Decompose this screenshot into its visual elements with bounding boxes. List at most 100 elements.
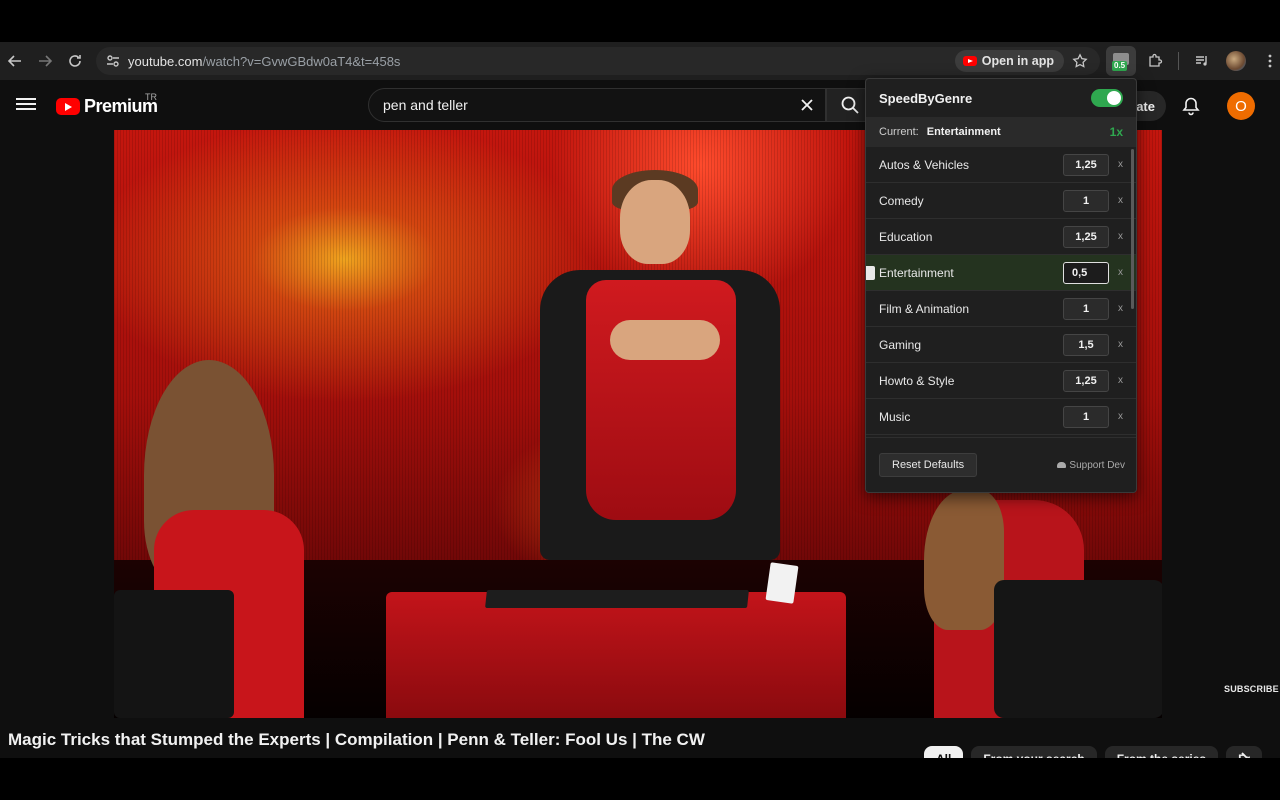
reload-icon bbox=[69, 55, 81, 67]
genre-row-film-animation: Film & Animation x bbox=[866, 291, 1136, 327]
site-info-button[interactable] bbox=[98, 47, 128, 75]
current-speed: 1x bbox=[1109, 125, 1123, 139]
speed-input[interactable] bbox=[1063, 405, 1109, 428]
chip-from-the-series[interactable]: From the series bbox=[1104, 746, 1219, 758]
queue-music-icon bbox=[1196, 56, 1207, 66]
genre-label: Music bbox=[879, 409, 911, 424]
menu-icon[interactable] bbox=[16, 95, 36, 115]
arrow-right-icon bbox=[39, 55, 53, 67]
genre-label: Education bbox=[879, 229, 933, 244]
genre-label: Comedy bbox=[879, 193, 924, 208]
genre-label: Autos & Vehicles bbox=[879, 157, 970, 172]
chip-all[interactable]: All bbox=[924, 746, 964, 758]
subscribe-watermark[interactable]: SUBSCRIBE bbox=[1224, 684, 1279, 694]
speed-unit: x bbox=[1118, 375, 1123, 386]
forward-button[interactable] bbox=[30, 46, 60, 76]
open-in-app-button[interactable]: Open in app bbox=[954, 50, 1064, 72]
current-genre-bar: Current: Entertainment 1x bbox=[866, 117, 1136, 147]
chip-from-your-search[interactable]: From your search bbox=[971, 746, 1097, 758]
arrow-left-icon bbox=[7, 55, 21, 67]
speed-input[interactable] bbox=[1063, 297, 1109, 320]
genre-row-comedy: Comedy x bbox=[866, 183, 1136, 219]
playing-card bbox=[765, 562, 799, 604]
toolbar-divider bbox=[1178, 52, 1179, 70]
chevron-right-icon[interactable] bbox=[1236, 750, 1254, 758]
card-mat bbox=[485, 590, 749, 608]
create-label: ate bbox=[1136, 98, 1155, 114]
youtube-icon bbox=[962, 56, 977, 66]
speed-unit: x bbox=[1118, 231, 1123, 242]
youtube-premium-logo[interactable]: Premium TR bbox=[56, 92, 158, 117]
genre-label: Entertainment bbox=[879, 265, 954, 280]
current-label: Current: bbox=[879, 126, 919, 138]
search-icon bbox=[841, 96, 859, 114]
search-input[interactable]: pen and teller bbox=[368, 88, 826, 122]
search-value: pen and teller bbox=[383, 97, 468, 113]
browser-toolbar: youtube.com/watch?v=GvwGBdw0aT4&t=458s O… bbox=[0, 42, 1280, 80]
extension-badge: 0.5 bbox=[1112, 61, 1128, 71]
youtube-play-icon bbox=[56, 98, 80, 115]
speed-input[interactable] bbox=[1063, 261, 1109, 284]
genre-list-scrollbar[interactable] bbox=[1131, 149, 1134, 309]
hat-icon bbox=[1057, 462, 1067, 468]
speed-input[interactable] bbox=[1063, 333, 1109, 356]
address-bar[interactable]: youtube.com/watch?v=GvwGBdw0aT4&t=458s O… bbox=[96, 47, 1100, 75]
star-icon bbox=[1072, 53, 1088, 68]
speed-unit: x bbox=[1118, 159, 1123, 170]
region-code: TR bbox=[145, 92, 157, 102]
genre-label: Film & Animation bbox=[879, 301, 970, 316]
screen: youtube.com/watch?v=GvwGBdw0aT4&t=458s O… bbox=[0, 0, 1280, 800]
genre-row-education: Education x bbox=[866, 219, 1136, 255]
genre-label: Gaming bbox=[879, 337, 922, 352]
current-genre: Entertainment bbox=[926, 126, 1001, 138]
browser-menu-button[interactable] bbox=[1255, 46, 1280, 76]
media-controls-button[interactable] bbox=[1187, 46, 1217, 76]
magician-figure bbox=[530, 170, 790, 590]
number-spinner-icon[interactable] bbox=[866, 265, 875, 280]
speedbygenre-extension-button[interactable]: 0.5 bbox=[1106, 46, 1136, 76]
genre-row-autos-vehicles: Autos & Vehicles x bbox=[866, 147, 1136, 183]
url-text: youtube.com/watch?v=GvwGBdw0aT4&t=458s bbox=[128, 54, 400, 69]
speed-unit: x bbox=[1118, 303, 1123, 314]
close-icon[interactable] bbox=[797, 95, 817, 115]
bell-icon[interactable] bbox=[1181, 96, 1201, 116]
genre-row-music: Music x bbox=[866, 399, 1136, 435]
url-host: youtube.com bbox=[128, 53, 203, 69]
avatar-letter: O bbox=[1235, 97, 1247, 115]
reload-button[interactable] bbox=[60, 46, 90, 76]
genre-row-gaming: Gaming x bbox=[866, 327, 1136, 363]
related-filter-chips: All From your search From the series Fr bbox=[924, 746, 1263, 758]
extensions-area: 0.5 bbox=[1106, 46, 1280, 76]
speed-input[interactable] bbox=[1063, 225, 1109, 248]
speed-unit: x bbox=[1118, 267, 1123, 278]
extensions-button[interactable] bbox=[1140, 46, 1170, 76]
popup-header: SpeedByGenre bbox=[866, 79, 1136, 117]
reset-defaults-button[interactable]: Reset Defaults bbox=[879, 453, 978, 477]
chair-right bbox=[994, 580, 1162, 718]
speed-unit: x bbox=[1118, 195, 1123, 206]
genre-list[interactable]: Autos & Vehicles x Comedy x Education x … bbox=[866, 147, 1136, 439]
chair-left bbox=[114, 590, 234, 718]
open-in-app-label: Open in app bbox=[981, 54, 1054, 68]
popup-title: SpeedByGenre bbox=[879, 90, 973, 106]
table bbox=[386, 592, 846, 718]
speed-input[interactable] bbox=[1063, 189, 1109, 212]
profile-avatar-icon bbox=[1226, 51, 1246, 71]
profile-button[interactable] bbox=[1221, 46, 1251, 76]
speed-input[interactable] bbox=[1063, 153, 1109, 176]
popup-footer: Reset Defaults Support Dev bbox=[866, 437, 1136, 492]
speedbygenre-icon: 0.5 bbox=[1112, 52, 1130, 71]
support-dev-link[interactable]: Support Dev bbox=[1057, 460, 1125, 471]
enable-toggle[interactable] bbox=[1091, 89, 1123, 107]
user-avatar[interactable]: O bbox=[1227, 92, 1255, 120]
speed-unit: x bbox=[1118, 411, 1123, 422]
speedbygenre-popup: SpeedByGenre Current: Entertainment 1x A… bbox=[865, 78, 1137, 493]
genre-label: Howto & Style bbox=[879, 373, 955, 388]
bookmark-button[interactable] bbox=[1070, 51, 1090, 71]
speed-input[interactable] bbox=[1063, 369, 1109, 392]
more-vertical-icon bbox=[1268, 54, 1272, 68]
genre-row-howto-style: Howto & Style x bbox=[866, 363, 1136, 399]
url-path: /watch?v=GvwGBdw0aT4&t=458s bbox=[202, 53, 401, 69]
tune-icon bbox=[107, 55, 119, 67]
back-button[interactable] bbox=[0, 46, 30, 76]
